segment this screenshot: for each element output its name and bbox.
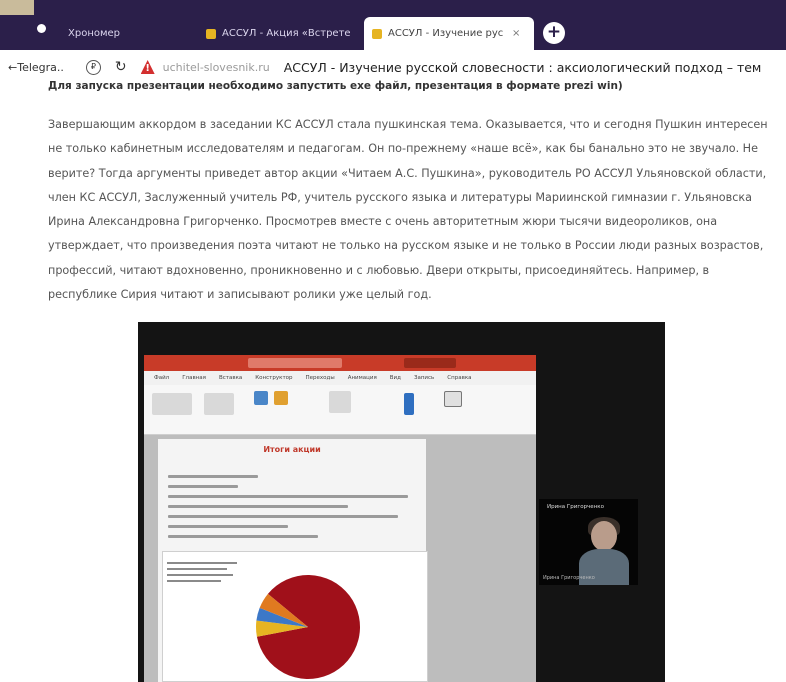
ribbon-group: [329, 391, 351, 413]
browser-menu-icon[interactable]: [37, 24, 46, 33]
slide-text-line: [168, 535, 318, 538]
ppt-menu-item: Файл: [154, 375, 170, 381]
close-tab-icon[interactable]: ×: [512, 28, 520, 39]
slide-title: Итоги акции: [263, 445, 321, 454]
ppt-menu-item: Запись: [413, 375, 435, 381]
ppt-titlebar: [144, 355, 536, 371]
ribbon-group: [152, 393, 192, 415]
paragraph-line: республике Сирия читают и записывают рол…: [48, 288, 432, 302]
paragraph-line: Завершающим аккордом в заседании КС АССУ…: [48, 118, 768, 131]
ppt-menu-item: Конструктор: [255, 375, 293, 381]
article-note-line: Для запуска презентации необходимо запус…: [48, 80, 623, 92]
participant-name-label: Ирина Григорченко: [547, 504, 604, 510]
ppt-ribbon: [144, 385, 536, 435]
ppt-slide-pane: Итоги акции: [144, 435, 536, 682]
chart-legend-line: [167, 580, 221, 582]
ppt-search-box: [248, 358, 342, 368]
ppt-menu-item: Анимация: [347, 375, 377, 381]
slide-chart-box: [162, 551, 428, 682]
insecure-warning-icon[interactable]: !: [140, 60, 155, 74]
pie-chart: [256, 575, 360, 679]
tracking-shield-icon[interactable]: ₽: [85, 59, 101, 75]
address-bar: ←Telegra.. ₽ ↻ ! uchitel-slovesnik.ru АС…: [0, 50, 786, 84]
back-button[interactable]: ←Telegra..: [8, 61, 64, 74]
paragraph-line: утверждает, что произведения поэта читаю…: [48, 239, 764, 253]
new-tab-button[interactable]: +: [543, 22, 565, 44]
paragraph-line: не только кабинетным исследователям и пе…: [48, 142, 758, 156]
url-domain[interactable]: uchitel-slovesnik.ru: [163, 61, 270, 74]
video-participant-tile: Ирина Григорченко Ирина Григорченко: [539, 499, 638, 585]
article-paragraph: Завершающим аккордом в заседании КС АССУ…: [48, 113, 776, 307]
ribbon-icon: [404, 393, 414, 415]
paragraph-line: верите? Тогда аргументы приведет автор а…: [48, 166, 767, 180]
slide-text-line: [168, 495, 408, 498]
chart-legend-line: [167, 568, 227, 570]
chart-legend-line: [167, 562, 237, 564]
tab-action[interactable]: АССУЛ - Акция «Встрете: [198, 17, 358, 50]
ppt-menu-item: Вставка: [218, 375, 243, 381]
window-corner: [0, 0, 34, 15]
participant-footer-label: Ирина Григорченко: [543, 575, 595, 581]
slide-text-line: [168, 475, 258, 478]
paragraph-line: член КС АССУЛ, Заслуженный учитель РФ, у…: [48, 190, 753, 204]
reload-icon[interactable]: ↻: [115, 59, 127, 75]
slide-text-line: [168, 515, 398, 518]
tab-label: АССУЛ - Акция «Встрете: [222, 28, 350, 39]
article-photo: Файл Главная Вставка Конструктор Переход…: [138, 322, 665, 682]
tab-chronometer[interactable]: Хрономер: [60, 17, 170, 50]
tab-label: Хрономер: [68, 28, 121, 39]
ppt-menu-item: Вид: [389, 375, 401, 381]
slide-text-line: [168, 505, 348, 508]
chart-legend-line: [167, 574, 233, 576]
site-favicon-icon: [372, 28, 382, 39]
slide-text-line: [168, 525, 288, 528]
ppt-slide: Итоги акции: [158, 439, 428, 682]
url-page-title[interactable]: АССУЛ - Изучение русской словесности : а…: [284, 60, 762, 75]
site-favicon-icon: [206, 28, 216, 39]
ppt-menu: Файл Главная Вставка Конструктор Переход…: [144, 371, 536, 385]
browser-tab-strip: Хрономер АССУЛ - Акция «Встрете АССУЛ - …: [0, 0, 786, 50]
ppt-menu-item: Главная: [182, 375, 206, 381]
ribbon-icon: [444, 391, 462, 407]
slide-text-line: [168, 485, 238, 488]
ppt-user-box: [404, 358, 456, 368]
tab-label: АССУЛ - Изучение рус: [388, 28, 504, 39]
ribbon-group: [204, 393, 234, 415]
tab-active-study[interactable]: АССУЛ - Изучение рус ×: [364, 17, 534, 50]
paragraph-line: профессий, читают вдохновенно, проникнов…: [48, 263, 710, 277]
ribbon-icon: [274, 391, 288, 405]
ribbon-icon: [254, 391, 268, 405]
ppt-menu-item: Переходы: [305, 375, 335, 381]
paragraph-line: Ирина Александровна Григорченко. Просмот…: [48, 215, 718, 229]
powerpoint-window: Файл Главная Вставка Конструктор Переход…: [144, 355, 536, 682]
participant-face: [591, 521, 617, 551]
ppt-menu-item: Справка: [447, 375, 472, 381]
